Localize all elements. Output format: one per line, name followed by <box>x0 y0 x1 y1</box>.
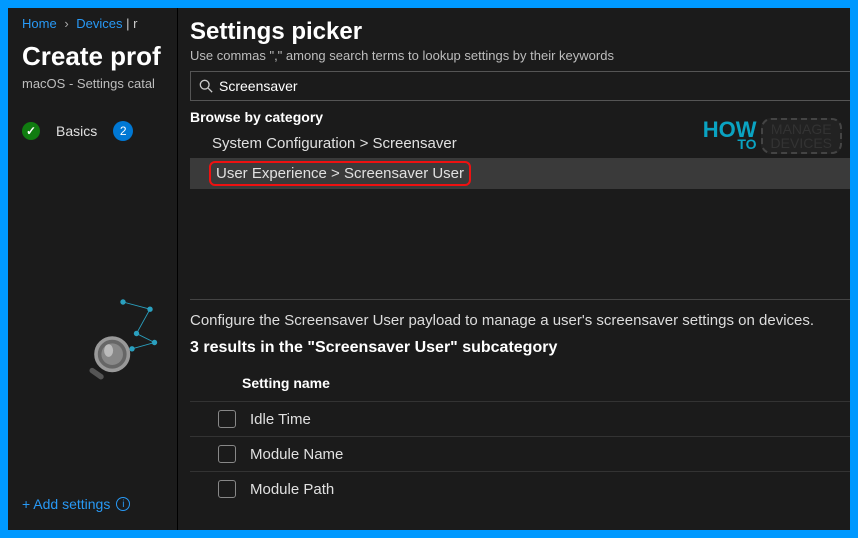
watermark-manage: MANAGE <box>771 122 832 136</box>
search-icon <box>199 79 213 93</box>
category-user-experience-screensaver-user[interactable]: User Experience > Screensaver User <box>190 158 850 189</box>
picker-help-text: Use commas "," among search terms to loo… <box>190 48 850 63</box>
breadcrumb-sep: › <box>64 16 68 31</box>
picker-title: Settings picker <box>190 18 850 46</box>
checkbox-module-path[interactable] <box>218 480 236 498</box>
search-illustration-icon <box>68 293 178 383</box>
breadcrumb-devices[interactable]: Devices <box>76 16 122 31</box>
breadcrumb-home[interactable]: Home <box>22 16 57 31</box>
wizard-pane: Home › Devices | r Create prof macOS - S… <box>8 8 178 530</box>
watermark-logo: HOW TO MANAGE DEVICES <box>703 118 842 154</box>
divider <box>190 299 850 300</box>
setting-row-module-path[interactable]: Module Path <box>190 471 850 506</box>
search-input[interactable] <box>219 78 845 94</box>
info-icon[interactable] <box>116 497 130 511</box>
step-basics-label[interactable]: Basics <box>56 123 97 139</box>
setting-label: Idle Time <box>250 411 311 428</box>
setting-label: Module Name <box>250 446 343 463</box>
add-settings-button[interactable]: + Add settings <box>22 496 130 512</box>
checkmark-icon <box>22 122 40 140</box>
page-subtitle: macOS - Settings catal <box>8 74 177 111</box>
watermark-devices: DEVICES <box>771 136 832 150</box>
breadcrumb: Home › Devices | r <box>8 8 177 35</box>
watermark-to: TO <box>737 139 756 151</box>
checkbox-idle-time[interactable] <box>218 410 236 428</box>
setting-label: Module Path <box>250 481 334 498</box>
setting-row-idle-time[interactable]: Idle Time <box>190 401 850 436</box>
column-header-setting-name: Setting name <box>190 369 850 401</box>
setting-row-module-name[interactable]: Module Name <box>190 436 850 471</box>
search-box[interactable] <box>190 71 850 101</box>
results-heading: 3 results in the "Screensaver User" subc… <box>190 339 850 357</box>
checkbox-module-name[interactable] <box>218 445 236 463</box>
category-label-highlighted: User Experience > Screensaver User <box>212 164 468 183</box>
wizard-steps: Basics 2 <box>8 121 177 141</box>
settings-picker-pane: Settings picker Use commas "," among sea… <box>178 8 850 530</box>
breadcrumb-tail: | r <box>126 16 137 31</box>
step-2-badge[interactable]: 2 <box>113 121 133 141</box>
category-description: Configure the Screensaver User payload t… <box>190 312 850 329</box>
add-settings-label: + Add settings <box>22 496 110 512</box>
page-title: Create prof <box>8 35 177 74</box>
